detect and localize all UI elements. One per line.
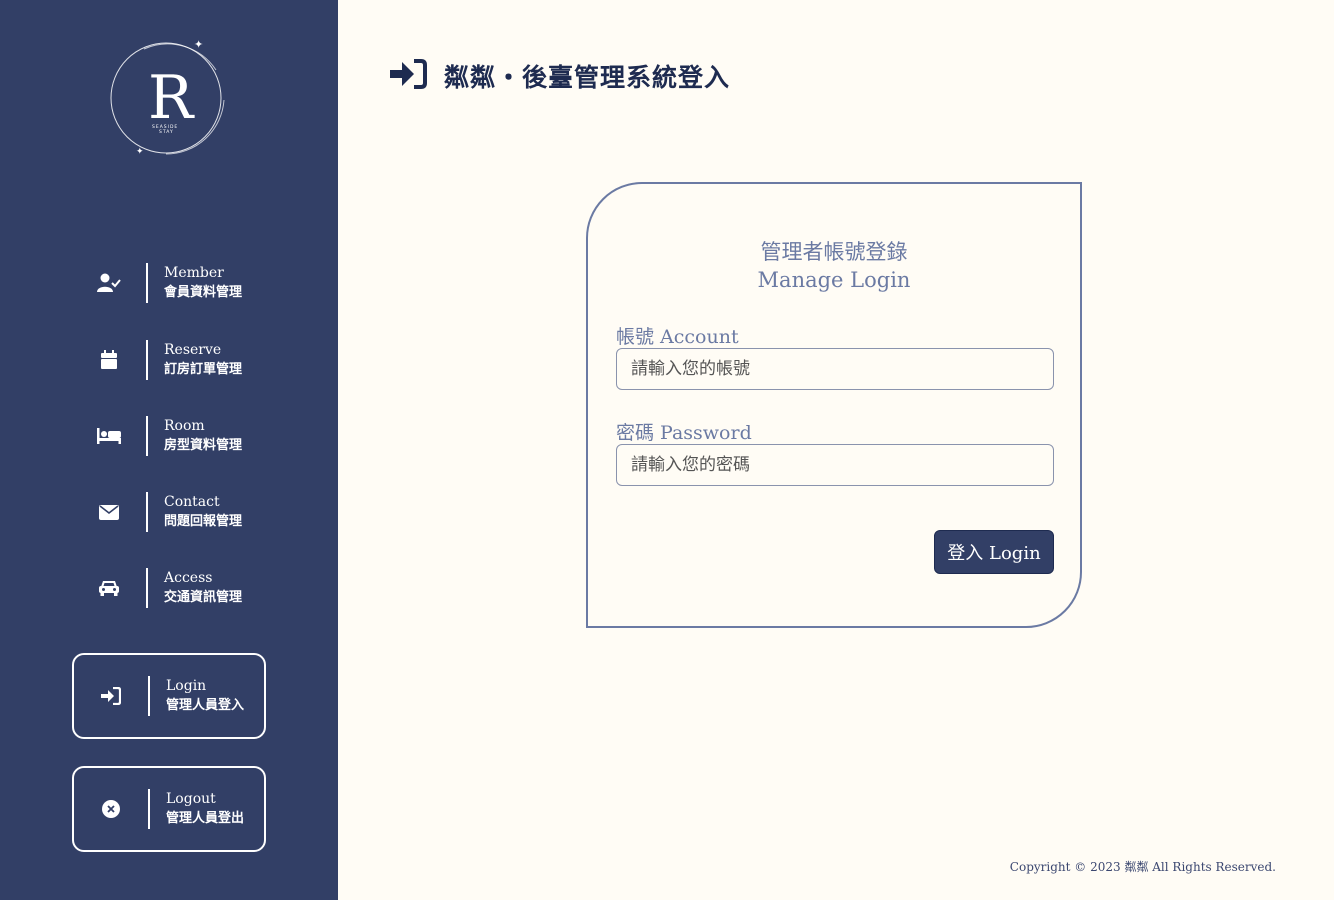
account-input[interactable] (616, 348, 1054, 390)
calendar-icon (72, 350, 146, 370)
sidebar-item-member[interactable]: Member 會員資料管理 (72, 240, 266, 326)
nav-label-en: Contact (164, 494, 220, 510)
sidebar-login-button[interactable]: Login 管理人員登入 (72, 653, 266, 739)
sign-in-icon (74, 687, 148, 705)
logo-emblem: ✦ ✦ R SEASIDE STAY (110, 38, 225, 157)
envelope-icon (72, 504, 146, 520)
sidebar: ✦ ✦ R SEASIDE STAY Member 會員資料管理 Reserve… (0, 0, 338, 900)
nav-label-en: Login (166, 678, 207, 694)
circle-x-icon (74, 800, 148, 818)
sidebar-item-access[interactable]: Access 交通資訊管理 (72, 545, 266, 631)
svg-text:✦: ✦ (194, 38, 203, 51)
logo-subtext: STAY (159, 129, 174, 135)
account-label: 帳號 Account (616, 326, 739, 348)
nav-label-en: Reserve (164, 342, 222, 358)
bed-icon (72, 428, 146, 444)
user-check-icon (72, 273, 146, 293)
card-title: 管理者帳號登錄 Manage Login (588, 238, 1080, 294)
nav-label-en: Room (164, 418, 205, 434)
card-title-en: Manage Login (757, 268, 911, 292)
page-title-text: 粼粼・後臺管理系統登入 (444, 63, 731, 92)
sidebar-item-room[interactable]: Room 房型資料管理 (72, 393, 266, 479)
page-title: 粼粼・後臺管理系統登入 (390, 56, 730, 96)
nav-label-zh: 訂房訂單管理 (164, 362, 243, 377)
logo-letter: R (148, 63, 195, 133)
sidebar-item-reserve[interactable]: Reserve 訂房訂單管理 (72, 317, 266, 403)
nav-label-zh: 管理人員登入 (166, 698, 245, 713)
footer-copyright: Copyright © 2023 粼粼 All Rights Reserved. (1009, 860, 1276, 874)
nav-label-zh: 會員資料管理 (164, 285, 243, 300)
nav-label-zh: 管理人員登出 (166, 811, 245, 826)
nav-label-en: Member (164, 265, 224, 281)
car-icon (72, 579, 146, 597)
svg-text:✦: ✦ (136, 147, 144, 157)
sidebar-logout-button[interactable]: Logout 管理人員登出 (72, 766, 266, 852)
nav-label-zh: 問題回報管理 (164, 514, 243, 529)
login-button[interactable]: 登入 Login (934, 530, 1054, 574)
sign-in-icon (390, 58, 428, 94)
nav-label-zh: 房型資料管理 (164, 438, 243, 453)
logo: ✦ ✦ R SEASIDE STAY (104, 36, 232, 160)
card-title-zh: 管理者帳號登錄 (760, 240, 908, 264)
sidebar-item-contact[interactable]: Contact 問題回報管理 (72, 469, 266, 555)
nav-label-en: Access (164, 570, 213, 586)
login-card: 管理者帳號登錄 Manage Login 帳號 Account 密碼 Passw… (586, 182, 1082, 628)
password-label: 密碼 Password (616, 422, 752, 444)
password-input[interactable] (616, 444, 1054, 486)
nav-label-zh: 交通資訊管理 (164, 590, 243, 605)
nav-label-en: Logout (166, 791, 216, 807)
